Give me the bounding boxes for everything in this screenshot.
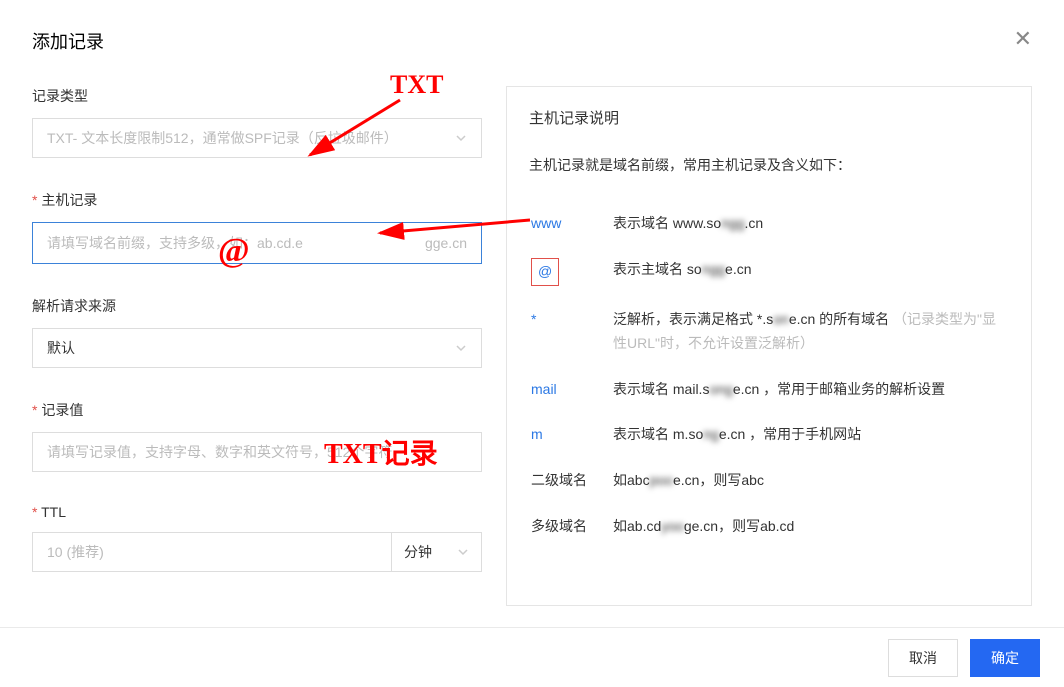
dialog-footer: 取消 确定 bbox=[0, 627, 1064, 687]
value-input[interactable] bbox=[33, 433, 481, 471]
help-desc-cell: 表示域名 www.songg.cn bbox=[613, 202, 1007, 246]
host-input-group: gge.cn bbox=[32, 222, 482, 264]
chevron-down-icon bbox=[457, 546, 469, 558]
help-table: www表示域名 www.songg.cn@表示主域名 songge.cn*泛解析… bbox=[529, 200, 1009, 550]
help-desc: 主机记录就是域名前缀，常用主机记录及含义如下： bbox=[529, 154, 1009, 176]
ttl-label: TTL bbox=[32, 504, 482, 520]
help-key: www bbox=[531, 202, 611, 246]
help-desc-cell: 表示域名 mail.songe.cn ，常用于邮箱业务的解析设置 bbox=[613, 368, 1007, 412]
confirm-button[interactable]: 确定 bbox=[970, 639, 1040, 677]
ttl-unit: 分钟 bbox=[404, 542, 432, 562]
value-label: 记录值 bbox=[32, 400, 482, 420]
help-desc-cell: 如abcpooe.cn，则写abc bbox=[613, 459, 1007, 503]
help-key: 多级域名 bbox=[531, 505, 611, 549]
host-label: 主机记录 bbox=[32, 190, 482, 210]
help-desc-cell: 表示主域名 songge.cn bbox=[613, 248, 1007, 296]
help-desc-cell: 表示域名 m.songe.cn ，常用于手机网站 bbox=[613, 413, 1007, 457]
value-input-wrap bbox=[32, 432, 482, 472]
help-key: 二级域名 bbox=[531, 459, 611, 503]
help-desc-cell: 如ab.cdyooge.cn，则写ab.cd bbox=[613, 505, 1007, 549]
help-title: 主机记录说明 bbox=[529, 107, 1009, 128]
chevron-down-icon bbox=[455, 132, 467, 144]
dialog-title: 添加记录 bbox=[32, 28, 104, 54]
cancel-button[interactable]: 取消 bbox=[888, 639, 958, 677]
help-key: m bbox=[531, 413, 611, 457]
ttl-value[interactable]: 10 (推荐) bbox=[32, 532, 392, 572]
help-key: @ bbox=[531, 248, 611, 296]
close-icon[interactable]: ✕ bbox=[1014, 28, 1032, 50]
record-type-value: TXT- 文本长度限制512，通常做SPF记录（反垃圾邮件） bbox=[47, 128, 398, 148]
ttl-unit-select[interactable]: 分钟 bbox=[392, 532, 482, 572]
host-input[interactable] bbox=[33, 223, 411, 263]
help-panel: 主机记录说明 主机记录就是域名前缀，常用主机记录及含义如下： www表示域名 w… bbox=[506, 86, 1032, 606]
record-type-label: 记录类型 bbox=[32, 86, 482, 106]
chevron-down-icon bbox=[455, 342, 467, 354]
form-panel: 记录类型 TXT- 文本长度限制512，通常做SPF记录（反垃圾邮件） 主机记录… bbox=[32, 86, 482, 606]
host-suffix: gge.cn bbox=[411, 235, 481, 251]
help-desc-cell: 泛解析，表示满足格式 *.sone.cn 的所有域名 （记录类型为"显性URL"… bbox=[613, 298, 1007, 366]
source-label: 解析请求来源 bbox=[32, 296, 482, 316]
help-key: * bbox=[531, 298, 611, 366]
record-type-select[interactable]: TXT- 文本长度限制512，通常做SPF记录（反垃圾邮件） bbox=[32, 118, 482, 158]
help-key: mail bbox=[531, 368, 611, 412]
source-value: 默认 bbox=[47, 338, 75, 358]
source-select[interactable]: 默认 bbox=[32, 328, 482, 368]
